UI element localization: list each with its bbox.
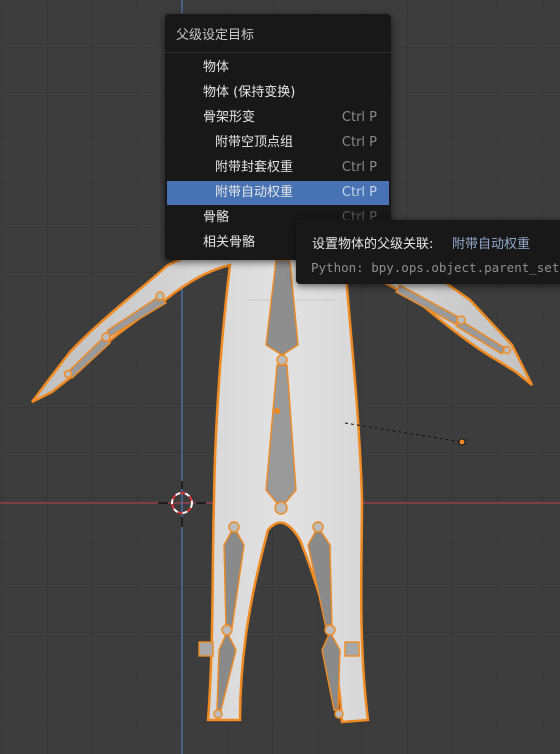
menu-item-label: 附带自动权重 (215, 185, 294, 200)
menu-item-shortcut: Ctrl P (341, 110, 377, 125)
tooltip-python: Python: bpy.ops.object.parent_set(type='… (311, 260, 560, 275)
object-origin (274, 408, 280, 414)
menu-divider (165, 52, 391, 53)
menu-item-label: 附带封套权重 (215, 160, 294, 175)
tooltip-description: 设置物体的父级关联: (312, 237, 434, 252)
menu-item-label: 物体 (保持变换) (203, 85, 296, 100)
menu-item-label: 相关骨骼 (203, 235, 256, 250)
operator-tooltip: 设置物体的父级关联: 附带自动权重 Python: bpy.ops.object… (296, 220, 560, 284)
menu-item-shortcut: Ctrl P (341, 160, 377, 175)
menu-item-shortcut: Ctrl P (341, 185, 377, 200)
menu-item-with-automatic-weights[interactable]: 附带自动权重 Ctrl P (167, 181, 389, 205)
menu-item-label: 骨架形变 (203, 110, 256, 125)
menu-item-label: 骨骼 (203, 210, 230, 225)
menu-title: 父级设定目标 (176, 28, 255, 43)
menu-item-object-keep-transform[interactable]: 物体 (保持变换) (167, 81, 389, 105)
menu-item-label: 附带空顶点组 (215, 135, 294, 150)
menu-item-armature-deform[interactable]: 骨架形变 Ctrl P (167, 106, 389, 130)
menu-item-object[interactable]: 物体 (167, 56, 389, 80)
menu-item-with-empty-groups[interactable]: 附带空顶点组 Ctrl P (167, 131, 389, 155)
tooltip-value: 附带自动权重 (452, 237, 531, 252)
menu-item-shortcut: Ctrl P (341, 135, 377, 150)
menu-item-with-envelope-weights[interactable]: 附带封套权重 Ctrl P (167, 156, 389, 180)
menu-item-label: 物体 (203, 60, 230, 75)
